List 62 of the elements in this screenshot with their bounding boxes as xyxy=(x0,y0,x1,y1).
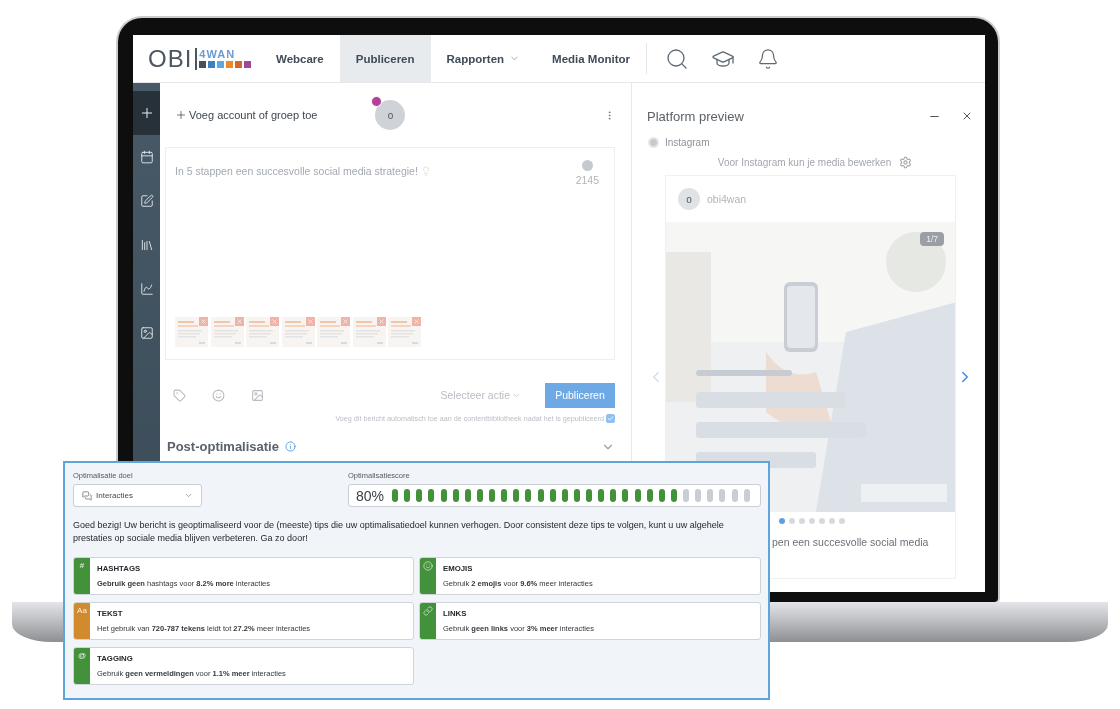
tag-icon[interactable] xyxy=(173,388,186,402)
media-note: Voor Instagram kun je media bewerken xyxy=(717,157,892,168)
plus-icon xyxy=(175,109,187,121)
slide-dot[interactable] xyxy=(789,518,795,524)
nav-tab[interactable]: Media Monitor xyxy=(536,35,646,82)
slide-dot[interactable] xyxy=(779,518,785,524)
calendar-icon xyxy=(139,150,154,164)
tip-strip: # xyxy=(74,558,90,594)
slide-dot[interactable] xyxy=(829,518,835,524)
section-title: Post-optimalisatie xyxy=(167,439,279,454)
image-icon xyxy=(139,326,154,340)
tip-strip: Aa xyxy=(74,603,90,639)
slide-dot[interactable] xyxy=(799,518,805,524)
slide-counter: 1/7 xyxy=(920,232,944,246)
add-account-button[interactable]: Voeg account of groep toe xyxy=(175,109,318,121)
goal-select[interactable]: Interacties xyxy=(73,484,202,507)
tip-strip: @ xyxy=(74,648,90,684)
account-avatar: o xyxy=(678,188,700,210)
bell-icon[interactable] xyxy=(757,47,779,70)
panel-title: Platform preview xyxy=(647,108,744,124)
search-icon[interactable] xyxy=(665,46,689,71)
link-icon xyxy=(423,606,433,616)
smiley-icon xyxy=(423,561,433,571)
chart-icon xyxy=(139,282,154,296)
logo-text: 4WAN xyxy=(199,49,237,60)
message-text: In 5 stappen een succesvolle social media strategie! xyxy=(175,165,418,177)
caret-icon xyxy=(184,491,193,500)
platform-label: Instagram xyxy=(665,137,710,148)
remove-icon[interactable] xyxy=(376,317,386,326)
lightbulb-icon xyxy=(420,166,431,176)
remove-icon[interactable] xyxy=(305,317,315,326)
platform-radio[interactable] xyxy=(648,137,659,148)
slide-dot[interactable] xyxy=(809,518,815,524)
instagram-badge-icon xyxy=(371,96,383,107)
character-counter: 2145 xyxy=(575,174,599,186)
library-icon xyxy=(139,238,154,252)
info-icon[interactable] xyxy=(284,441,296,452)
remove-icon[interactable] xyxy=(199,317,208,326)
nav-tab[interactable]: Publiceren xyxy=(339,35,431,82)
score-value: 80% xyxy=(356,487,385,504)
slide-dot[interactable] xyxy=(839,518,845,524)
remove-icon[interactable] xyxy=(341,317,350,326)
account-avatar[interactable]: o xyxy=(375,100,406,130)
image-icon[interactable] xyxy=(251,388,264,402)
nav-tab[interactable]: Rapporten xyxy=(430,35,537,82)
remove-icon[interactable] xyxy=(234,317,244,326)
remove-icon[interactable] xyxy=(412,317,421,326)
logo-squares-icon xyxy=(199,61,254,68)
edit-icon xyxy=(139,194,154,208)
sidebar-item[interactable] xyxy=(133,91,160,135)
remove-icon[interactable] xyxy=(270,317,279,326)
counter-circle-icon xyxy=(581,160,593,171)
post-caption: pen een succesvolle social media xyxy=(771,536,930,548)
nav-tab[interactable]: Webcare xyxy=(260,35,340,82)
slide-dot[interactable] xyxy=(819,518,825,524)
library-checkbox[interactable] xyxy=(606,414,615,423)
feedback-message: Goed bezig! Uw bericht is geoptimaliseerd voor de (meeste) tips die uw optimalisatiedoel kunnen verhogen. Door consistent deze tips te volgen, kunt u uw algehele prestaties op sociale media blijven verbeteren. Ga zo door! xyxy=(73,519,725,545)
logo-text: OBI xyxy=(148,47,198,70)
account-name: obi4wan xyxy=(707,193,747,205)
chat-icon xyxy=(82,490,92,501)
settings-icon[interactable] xyxy=(899,156,913,169)
smiley-icon[interactable] xyxy=(212,388,225,402)
